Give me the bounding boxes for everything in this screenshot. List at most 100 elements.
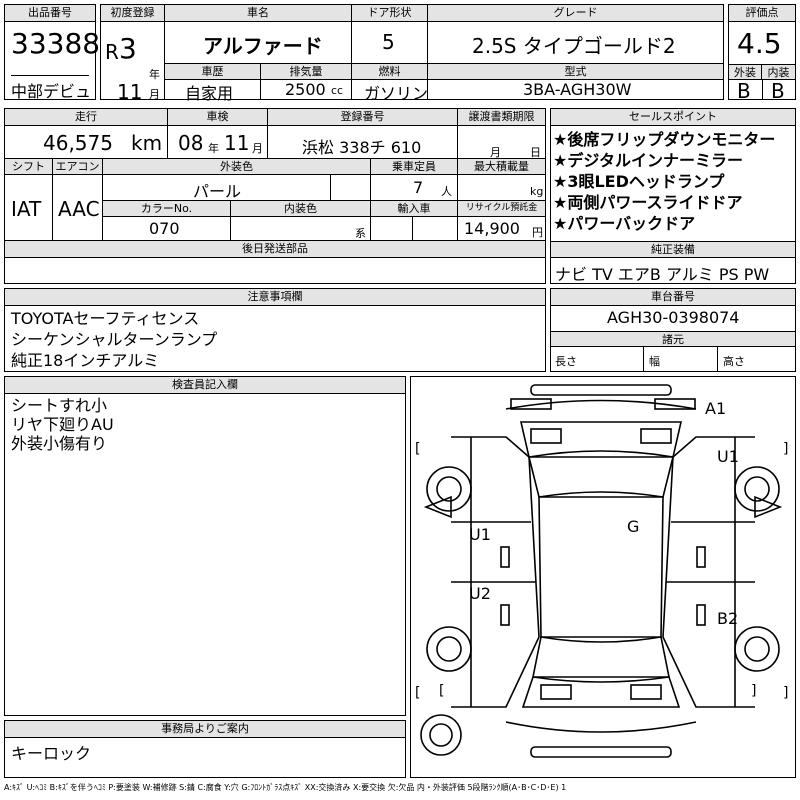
door-value: 5 bbox=[382, 30, 395, 54]
model-value: 3BA-AGH30W bbox=[523, 80, 632, 99]
max-load-unit: kg bbox=[530, 185, 544, 198]
mileage-cell: 46,575 km bbox=[5, 126, 168, 159]
recycle-unit: 円 bbox=[532, 226, 543, 239]
legend: A:ｷｽﾞ U:ﾍｺﾐ B:ｷｽﾞを伴うﾍｺﾐ P:要塗装 W:補修跡 S:錆 … bbox=[4, 783, 567, 792]
mark-u2: U2 bbox=[469, 584, 491, 603]
inspector-line: 外装小傷有り bbox=[11, 434, 108, 453]
mark-a1: A1 bbox=[705, 399, 727, 418]
svg-text:[: [ bbox=[439, 683, 444, 699]
score-label: 評価点 bbox=[729, 5, 795, 22]
first-reg-cell: R 3 年 11 月 bbox=[101, 22, 165, 104]
first-reg-label: 初度登録 bbox=[101, 5, 165, 22]
grade-label: グレード bbox=[428, 5, 723, 22]
max-load-label: 最大積載量 bbox=[458, 159, 545, 175]
ext-color-cell: パール bbox=[103, 175, 331, 201]
import-cell-2 bbox=[413, 217, 458, 241]
ext-color-extra bbox=[331, 175, 371, 201]
shift-label: シフト bbox=[5, 159, 53, 175]
color-no-value: 070 bbox=[149, 219, 180, 238]
displacement-unit: cc bbox=[331, 84, 344, 97]
fuel-value: ガソリン bbox=[364, 84, 429, 103]
note-line: TOYOTAセーフティセンス bbox=[11, 309, 200, 328]
mark-u1-right: U1 bbox=[717, 447, 739, 466]
mileage-label: 走行 bbox=[5, 109, 168, 126]
svg-text:]: ] bbox=[783, 441, 788, 457]
selling-point: ★両側パワースライドドア bbox=[553, 193, 743, 212]
door-label: ドア形状 bbox=[352, 5, 428, 22]
selling-point: ★3眼LEDヘッドランプ bbox=[553, 172, 725, 191]
first-reg-month: 11 bbox=[117, 80, 143, 104]
era: R bbox=[105, 40, 119, 64]
svg-text:[: [ bbox=[415, 685, 420, 701]
selling-point: ★後席フリップダウンモニター bbox=[553, 130, 776, 149]
recycle-value: 14,900 bbox=[464, 219, 520, 238]
score-block: 評価点 4.5 外装 内装 B B bbox=[728, 4, 796, 103]
capacity-cell: 7 人 bbox=[371, 175, 458, 201]
aircon-cell: AAC bbox=[53, 175, 103, 241]
ext-color-label: 外装色 bbox=[103, 159, 371, 175]
history-label: 車歴 bbox=[165, 64, 261, 80]
capacity-label: 乗車定員 bbox=[371, 159, 458, 175]
grade-cell: 2.5S タイプゴールド2 bbox=[428, 22, 723, 64]
inspection-label: 車検 bbox=[168, 109, 268, 126]
dims-label: 諸元 bbox=[551, 331, 795, 347]
mileage-unit: km bbox=[131, 131, 163, 155]
transfer-cell: 月 日 bbox=[458, 126, 545, 159]
import-label: 輸入車 bbox=[371, 201, 458, 217]
fuel-cell: ガソリン bbox=[352, 80, 428, 103]
month-unit: 月 bbox=[149, 88, 160, 101]
lot-block: 出品番号 33388 中部デビュ bbox=[4, 4, 100, 102]
color-no-label: カラーNo. bbox=[103, 201, 231, 217]
dims-height: 高さ bbox=[723, 355, 745, 368]
lot-label: 出品番号 bbox=[5, 5, 95, 22]
model-cell: 3BA-AGH30W bbox=[428, 80, 723, 99]
int-score-label: 内装 bbox=[762, 64, 795, 80]
import-cell bbox=[371, 217, 413, 241]
office-block: 事務局よりご案内 キーロック bbox=[4, 720, 406, 778]
damage-diagram: [] [] [] A1 U1 G U1 U2 B2 bbox=[410, 376, 796, 778]
grade-value: 2.5S タイプゴールド2 bbox=[472, 34, 676, 58]
mileage-value: 46,575 bbox=[43, 131, 113, 155]
score-value: 4.5 bbox=[737, 27, 782, 60]
chassis-block: 車台番号 AGH30-0398074 諸元 長さ 幅 高さ bbox=[550, 288, 796, 372]
inspection-year: 08 bbox=[178, 131, 204, 155]
svg-text:]: ] bbox=[751, 683, 756, 699]
inspector-block: 検査員記入欄 シートすれ小 リヤ下廻りAU 外装小傷有り bbox=[4, 376, 406, 716]
int-color-cell: 系 bbox=[231, 217, 371, 241]
dims-length: 長さ bbox=[555, 355, 577, 368]
chassis-value: AGH30-0398074 bbox=[607, 308, 740, 327]
transfer-month-unit: 月 bbox=[490, 146, 501, 159]
inspection-month-unit: 月 bbox=[252, 142, 263, 155]
displacement-label: 排気量 bbox=[261, 64, 352, 80]
debut-label: 中部デビュ bbox=[11, 75, 91, 102]
color-no-cell: 070 bbox=[103, 217, 231, 241]
car-outline-diagram: [] [] [] bbox=[415, 384, 788, 758]
ext-color-value: パール bbox=[193, 182, 242, 201]
office-label: 事務局よりご案内 bbox=[5, 721, 405, 738]
car-name-label: 車名 bbox=[165, 5, 352, 22]
recycle-cell: 14,900 円 bbox=[458, 217, 545, 241]
chassis-label: 車台番号 bbox=[551, 289, 795, 306]
displacement-value: 2500 bbox=[285, 80, 326, 99]
inspector-label: 検査員記入欄 bbox=[5, 377, 405, 394]
selling-point: ★パワーバックドア bbox=[553, 214, 696, 233]
aircon-label: エアコン bbox=[53, 159, 103, 175]
history-value: 自家用 bbox=[185, 84, 234, 103]
equipment-label: 純正装備 bbox=[551, 241, 795, 258]
note-line: 純正18インチアルミ bbox=[11, 351, 160, 370]
selling-points-block: セールスポイント ★後席フリップダウンモニター ★デジタルインナーミラー ★3眼… bbox=[550, 108, 796, 284]
notes-label: 注意事項欄 bbox=[5, 289, 545, 306]
svg-text:]: ] bbox=[783, 685, 788, 701]
int-color-label: 内装色 bbox=[231, 201, 371, 217]
svg-text:[: [ bbox=[415, 441, 420, 457]
fuel-label: 燃料 bbox=[352, 64, 428, 80]
notes-list: TOYOTAセーフティセンス シーケンシャルターンランプ 純正18インチアルミ bbox=[11, 308, 217, 371]
info-block: 走行 車検 登録番号 譲渡書類期限 46,575 km 08 年 11 月 浜松… bbox=[4, 108, 546, 284]
mark-g: G bbox=[627, 517, 640, 536]
dims-width: 幅 bbox=[649, 355, 660, 368]
aircon-value: AAC bbox=[58, 197, 100, 221]
transfer-label: 譲渡書類期限 bbox=[458, 109, 545, 126]
inspector-line: リヤ下廻りAU bbox=[11, 415, 114, 434]
inspector-line: シートすれ小 bbox=[11, 396, 108, 415]
inspector-list: シートすれ小 リヤ下廻りAU 外装小傷有り bbox=[11, 396, 114, 453]
